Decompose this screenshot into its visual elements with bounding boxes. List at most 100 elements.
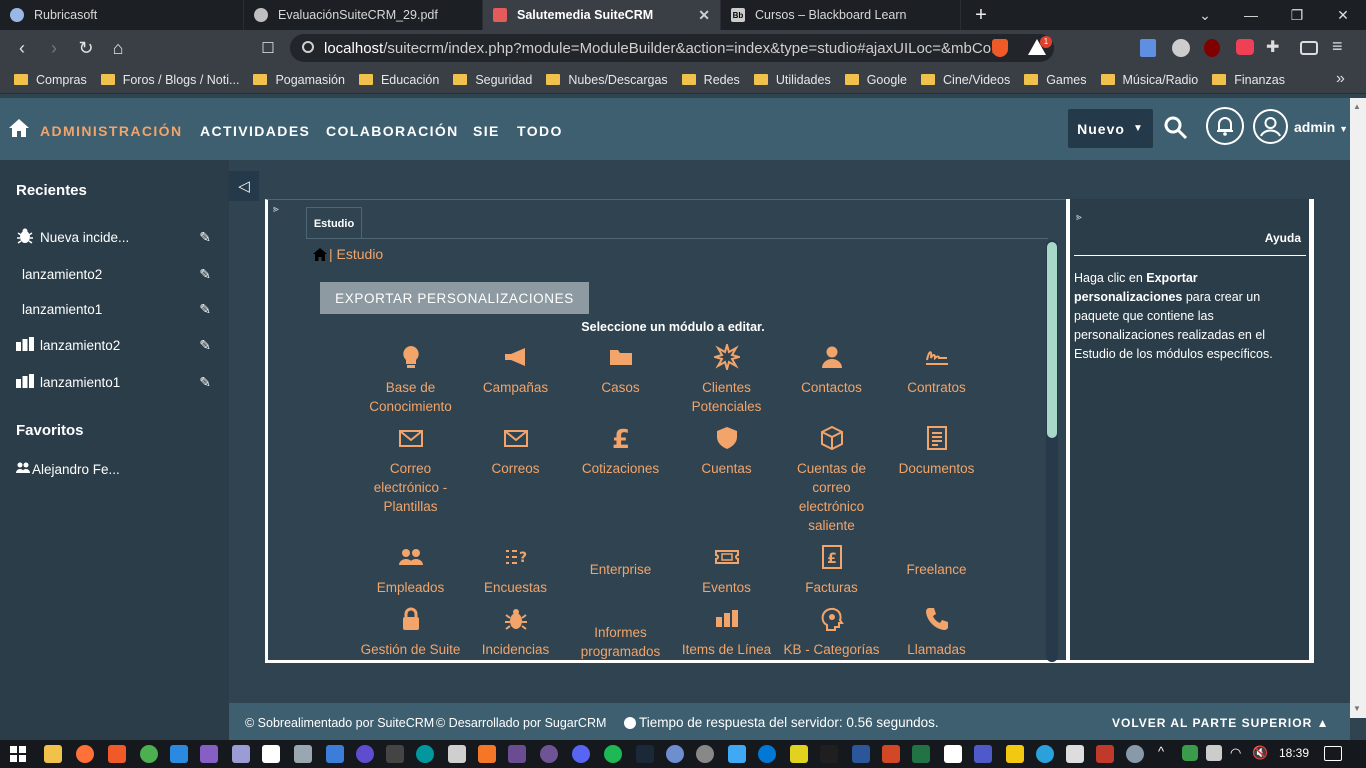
nuevo-dropdown-button[interactable]: Nuevo ▼	[1068, 109, 1153, 148]
breadcrumb-estudio-link[interactable]: | Estudio	[329, 246, 383, 262]
bookmark-folder[interactable]: Seguridad	[453, 73, 532, 87]
bookmark-folder[interactable]: Música/Radio	[1100, 73, 1198, 87]
notifications-bell-icon[interactable]	[1206, 107, 1244, 145]
nav-administracion[interactable]: ADMINISTRACIÓN	[40, 123, 182, 139]
browser-tab-suitecrm[interactable]: Salutemedia SuiteCRM ✕	[483, 0, 721, 30]
back-to-top-link[interactable]: VOLVER AL PARTE SUPERIOR ▲	[1112, 716, 1329, 730]
intellij-icon[interactable]	[262, 745, 280, 763]
page-scrollbar[interactable]: ▲ ▼	[1350, 98, 1366, 718]
show-hidden-icons-icon[interactable]: ^	[1158, 744, 1164, 759]
app-icon[interactable]	[666, 745, 684, 763]
app-icon[interactable]	[448, 745, 466, 763]
collapse-sidebar-icon[interactable]: ◁	[229, 171, 259, 201]
close-window-icon[interactable]: ✕	[1320, 0, 1366, 30]
bookmark-folder[interactable]: Finanzas	[1212, 73, 1285, 87]
module-casos[interactable]: Casos	[568, 344, 673, 397]
telegram-icon[interactable]	[1036, 745, 1054, 763]
app-icon[interactable]	[696, 745, 714, 763]
edit-pencil-icon[interactable]: ✎	[199, 301, 211, 318]
powerbi-icon[interactable]	[1006, 745, 1024, 763]
word-icon[interactable]	[852, 745, 870, 763]
bookmark-folder[interactable]: Compras	[14, 73, 87, 87]
wallet-icon[interactable]	[1300, 41, 1318, 55]
powered-by-suitecrm[interactable]: © Sobrealimentado por SuiteCRM	[245, 716, 434, 730]
edit-pencil-icon[interactable]: ✎	[199, 229, 211, 246]
wifi-icon[interactable]: ◠	[1230, 745, 1241, 761]
export-customizations-button[interactable]: EXPORTAR PERSONALIZACIONES	[320, 282, 589, 314]
recent-item[interactable]: lanzamiento2 ✎	[0, 327, 229, 363]
module-correo-plantillas[interactable]: Correo electrónico - Plantillas	[358, 425, 463, 516]
module-documentos[interactable]: Documentos	[884, 425, 989, 478]
github-icon[interactable]	[540, 745, 558, 763]
module-enterprise[interactable]: Enterprise	[568, 560, 673, 579]
spotify-icon[interactable]	[604, 745, 622, 763]
module-clientes-potenciales[interactable]: Clientes Potenciales	[674, 344, 779, 416]
module-llamadas[interactable]: Llamadas	[884, 606, 989, 659]
browser-tab-rubricasoft[interactable]: Rubricasoft	[0, 0, 244, 30]
bookmark-icon[interactable]: ☐	[256, 36, 280, 60]
brave-shields-icon[interactable]	[992, 39, 1008, 57]
module-cuentas[interactable]: Cuentas	[674, 425, 779, 478]
module-cotizaciones[interactable]: £ Cotizaciones	[568, 425, 673, 478]
pocket-icon[interactable]	[1236, 39, 1254, 55]
edit-pencil-icon[interactable]: ✎	[199, 374, 211, 391]
module-informes-programados[interactable]: Informes programados	[568, 623, 673, 661]
bookmark-folder[interactable]: Educación	[358, 73, 439, 87]
favorite-item[interactable]: Alejandro Fe...	[0, 451, 229, 487]
forward-icon[interactable]: ›	[42, 36, 66, 60]
bookmark-folder[interactable]: Nubes/Descargas	[546, 73, 668, 87]
windows-start-icon[interactable]	[10, 746, 26, 762]
avatar-icon[interactable]	[1253, 109, 1288, 144]
menu-icon[interactable]: ≡	[1332, 36, 1343, 57]
studio-scrollbar-thumb[interactable]	[1047, 242, 1057, 438]
recent-item[interactable]: lanzamiento2 ✎	[0, 256, 229, 292]
bookmark-folder[interactable]: Google	[844, 73, 907, 87]
app-icon[interactable]	[1126, 745, 1144, 763]
file-explorer-icon[interactable]	[44, 745, 62, 763]
extensions-puzzle-icon[interactable]: ✚	[1266, 37, 1279, 57]
search-icon[interactable]	[1164, 116, 1188, 145]
app-icon[interactable]	[790, 745, 808, 763]
browser-tab-pdf[interactable]: EvaluaciónSuiteCRM_29.pdf	[244, 0, 483, 30]
module-items-de-linea[interactable]: Items de Línea	[674, 606, 779, 659]
scroll-up-icon[interactable]: ▲	[1353, 102, 1361, 111]
bookmark-folder[interactable]: Foros / Blogs / Noti...	[100, 73, 239, 87]
module-encuestas[interactable]: ? Encuestas	[463, 544, 568, 597]
bookmarks-overflow-icon[interactable]: »	[1336, 70, 1345, 88]
collapse-help-icon[interactable]: ⪢	[1076, 212, 1082, 223]
module-eventos[interactable]: Eventos	[674, 544, 779, 597]
nav-colaboracion[interactable]: COLABORACIÓN	[326, 123, 459, 139]
app-icon[interactable]	[356, 745, 374, 763]
extension-bitwarden-icon[interactable]	[1140, 39, 1156, 57]
address-bar[interactable]: localhost/suitecrm/index.php?module=Modu…	[290, 34, 1054, 62]
brave-icon[interactable]	[108, 745, 126, 763]
module-base-de-conocimiento[interactable]: Base de Conocimiento	[358, 344, 463, 416]
bookmark-folder[interactable]: Pogamasión	[253, 73, 345, 87]
bookmark-folder[interactable]: Redes	[681, 73, 740, 87]
chrome-icon[interactable]	[140, 745, 158, 763]
reload-icon[interactable]: ↻	[74, 36, 98, 60]
bookmark-folder[interactable]: Cine/Videos	[921, 73, 1010, 87]
site-info-icon[interactable]	[302, 41, 314, 53]
close-tab-icon[interactable]: ✕	[698, 7, 710, 24]
module-campanas[interactable]: Campañas	[463, 344, 568, 397]
developed-by-sugarcrm[interactable]: © Desarrollado por SugarCRM	[436, 716, 606, 730]
back-icon[interactable]: ‹	[10, 36, 34, 60]
recent-item[interactable]: lanzamiento1 ✎	[0, 364, 229, 400]
nav-actividades[interactable]: ACTIVIDADES	[200, 123, 310, 139]
bookmark-folder[interactable]: Games	[1024, 73, 1087, 87]
home-icon[interactable]: ⌂	[106, 36, 130, 60]
module-facturas[interactable]: £ Facturas	[779, 544, 884, 597]
extension-icon[interactable]	[1172, 39, 1190, 57]
excel-icon[interactable]	[912, 745, 930, 763]
jupyter-icon[interactable]	[478, 745, 496, 763]
tab-search-chevron-icon[interactable]: ⌄	[1182, 0, 1228, 30]
bookmark-folder[interactable]: Utilidades	[753, 73, 831, 87]
steam-icon[interactable]	[636, 745, 654, 763]
home-icon[interactable]	[313, 247, 327, 261]
module-freelance[interactable]: Freelance	[884, 560, 989, 579]
home-icon[interactable]	[8, 118, 30, 143]
app-icon[interactable]	[1096, 745, 1114, 763]
edit-pencil-icon[interactable]: ✎	[199, 337, 211, 354]
module-contratos[interactable]: Contratos	[884, 344, 989, 397]
